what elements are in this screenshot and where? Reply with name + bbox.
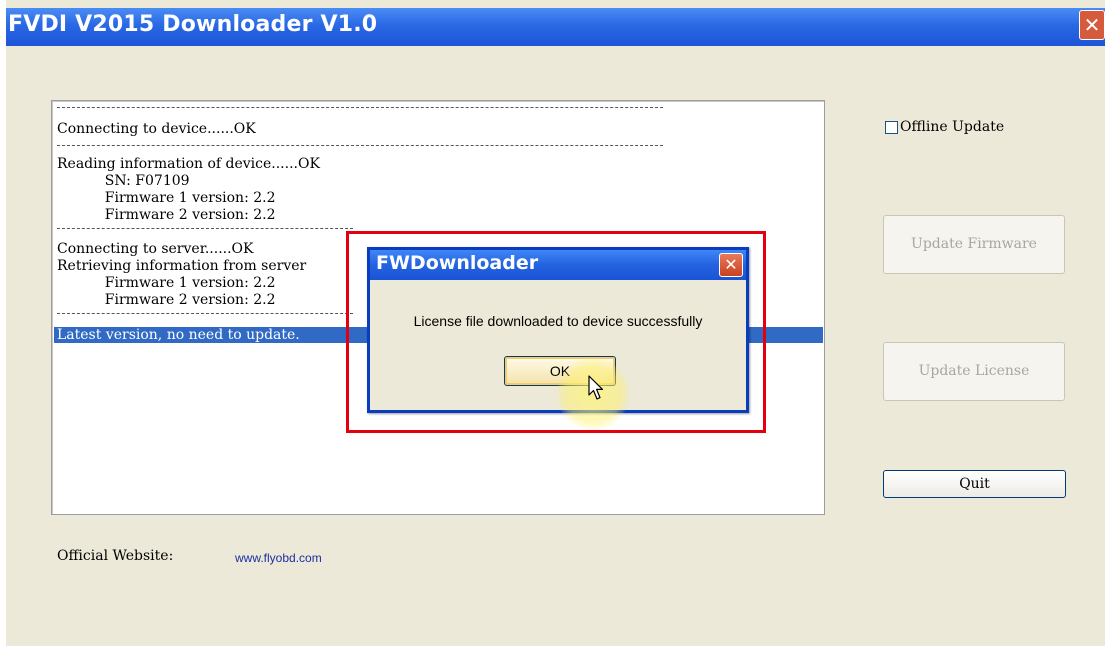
log-line: Connecting to device......OK — [57, 121, 256, 137]
log-line: SN: F07109 — [87, 173, 190, 189]
dialog-title: FWDownloader — [376, 252, 539, 274]
close-icon[interactable]: ✕ — [1079, 10, 1105, 40]
official-website-link[interactable]: www.flyobd.com — [235, 551, 322, 565]
fwdownloader-dialog: FWDownloader ✕ License file downloaded t… — [367, 247, 749, 413]
log-separator — [57, 228, 353, 229]
dialog-close-icon[interactable]: ✕ — [719, 253, 743, 277]
log-separator — [57, 145, 663, 146]
update-license-button[interactable]: Update License — [883, 342, 1065, 401]
update-firmware-button[interactable]: Update Firmware — [883, 215, 1065, 274]
log-line: Reading information of device......OK — [57, 156, 320, 172]
log-line: Retrieving information from server — [57, 258, 307, 274]
quit-button[interactable]: Quit — [883, 470, 1066, 498]
log-line: Firmware 1 version: 2.2 — [87, 275, 276, 291]
window-title: FVDI V2015 Downloader V1.0 — [8, 12, 378, 37]
checkbox-box[interactable] — [885, 120, 898, 134]
log-line: Connecting to server......OK — [57, 241, 254, 257]
log-line: Firmware 2 version: 2.2 — [87, 207, 276, 223]
log-separator — [57, 313, 353, 314]
log-line: Firmware 1 version: 2.2 — [87, 190, 276, 206]
dialog-message: License file downloaded to device succes… — [413, 313, 703, 329]
offline-update-label: Offline Update — [900, 119, 1005, 135]
log-separator — [57, 107, 663, 108]
official-website-label: Official Website: — [57, 548, 174, 564]
mouse-pointer-icon — [588, 375, 604, 400]
offline-update-checkbox[interactable]: Offline Update — [885, 119, 1004, 135]
log-line: Firmware 2 version: 2.2 — [87, 292, 276, 308]
dialog-title-bar: FWDownloader ✕ — [370, 250, 746, 280]
title-bar: FVDI V2015 Downloader V1.0 ✕ — [6, 8, 1105, 46]
